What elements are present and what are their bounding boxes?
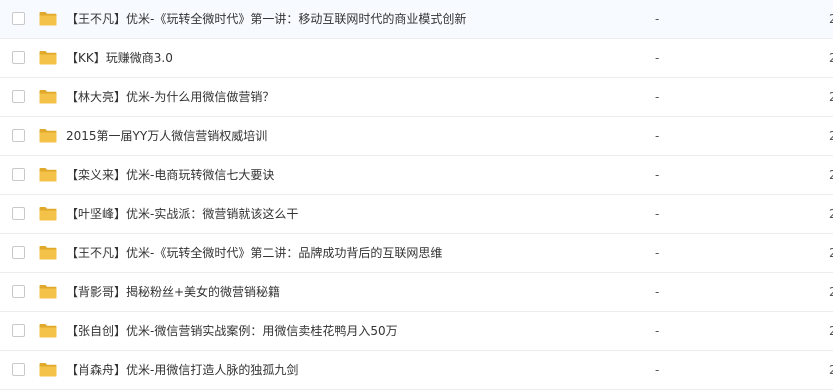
row-checkbox[interactable] — [12, 90, 25, 103]
file-date: 2 — [829, 90, 833, 104]
file-date: 2 — [829, 285, 833, 299]
file-size: - — [655, 207, 660, 221]
file-row[interactable]: 【肖森舟】优米-用微信打造人脉的独孤九剑 - 2 — [0, 351, 833, 390]
file-name-link[interactable]: 【王不凡】优米-《玩转全微时代》第一讲：移动互联网时代的商业模式创新 — [66, 0, 466, 39]
file-size: - — [655, 285, 660, 299]
row-checkbox[interactable] — [12, 51, 25, 64]
file-size: - — [655, 324, 660, 338]
file-size: - — [655, 168, 660, 182]
file-size: - — [655, 363, 660, 377]
row-checkbox[interactable] — [12, 246, 25, 259]
folder-icon — [39, 206, 57, 221]
file-size: - — [655, 246, 660, 260]
folder-icon — [39, 11, 57, 26]
file-date: 2 — [829, 12, 833, 26]
file-row[interactable]: 【张自创】优米-微信营销实战案例：用微信卖桂花鸭月入50万 - 2 — [0, 312, 833, 351]
file-row[interactable]: 【王不凡】优米-《玩转全微时代》第二讲：品牌成功背后的互联网思维 - 2 — [0, 234, 833, 273]
file-name-link[interactable]: 【王不凡】优米-《玩转全微时代》第二讲：品牌成功背后的互联网思维 — [66, 234, 442, 273]
file-row[interactable]: 2015第一届YY万人微信营销权威培训 - 2 — [0, 117, 833, 156]
file-name-link[interactable]: 【肖森舟】优米-用微信打造人脉的独孤九剑 — [66, 351, 298, 390]
file-date: 2 — [829, 207, 833, 221]
folder-icon — [39, 323, 57, 338]
file-name-link[interactable]: 【林大亮】优米-为什么用微信做营销？ — [66, 78, 274, 117]
file-name-link[interactable]: 【KK】玩赚微商3.0 — [66, 39, 173, 78]
row-checkbox[interactable] — [12, 168, 25, 181]
row-checkbox[interactable] — [12, 285, 25, 298]
folder-icon — [39, 284, 57, 299]
folder-icon — [39, 245, 57, 260]
file-size: - — [655, 90, 660, 104]
file-row[interactable]: 【林大亮】优米-为什么用微信做营销？ - 2 — [0, 78, 833, 117]
row-checkbox[interactable] — [12, 207, 25, 220]
file-date: 2 — [829, 363, 833, 377]
file-date: 2 — [829, 129, 833, 143]
file-list: 【王不凡】优米-《玩转全微时代》第一讲：移动互联网时代的商业模式创新 - 2 【… — [0, 0, 833, 390]
file-date: 2 — [829, 324, 833, 338]
file-name-link[interactable]: 2015第一届YY万人微信营销权威培训 — [66, 117, 267, 156]
file-name-link[interactable]: 【背影哥】揭秘粉丝+美女的微营销秘籍 — [66, 273, 280, 312]
row-checkbox[interactable] — [12, 12, 25, 25]
file-size: - — [655, 51, 660, 65]
folder-icon — [39, 89, 57, 104]
folder-icon — [39, 167, 57, 182]
file-date: 2 — [829, 168, 833, 182]
file-row[interactable]: 【栾义来】优米-电商玩转微信七大要诀 - 2 — [0, 156, 833, 195]
file-name-link[interactable]: 【张自创】优米-微信营销实战案例：用微信卖桂花鸭月入50万 — [66, 312, 398, 351]
file-name-link[interactable]: 【叶坚峰】优米-实战派：微营销就该这么干 — [66, 195, 298, 234]
file-name-link[interactable]: 【栾义来】优米-电商玩转微信七大要诀 — [66, 156, 274, 195]
file-date: 2 — [829, 51, 833, 65]
file-row[interactable]: 【KK】玩赚微商3.0 - 2 — [0, 39, 833, 78]
folder-icon — [39, 50, 57, 65]
folder-icon — [39, 128, 57, 143]
file-size: - — [655, 129, 660, 143]
file-row[interactable]: 【王不凡】优米-《玩转全微时代》第一讲：移动互联网时代的商业模式创新 - 2 — [0, 0, 833, 39]
row-checkbox[interactable] — [12, 363, 25, 376]
folder-icon — [39, 362, 57, 377]
file-row[interactable]: 【叶坚峰】优米-实战派：微营销就该这么干 - 2 — [0, 195, 833, 234]
file-size: - — [655, 12, 660, 26]
file-row[interactable]: 【背影哥】揭秘粉丝+美女的微营销秘籍 - 2 — [0, 273, 833, 312]
file-date: 2 — [829, 246, 833, 260]
row-checkbox[interactable] — [12, 324, 25, 337]
row-checkbox[interactable] — [12, 129, 25, 142]
